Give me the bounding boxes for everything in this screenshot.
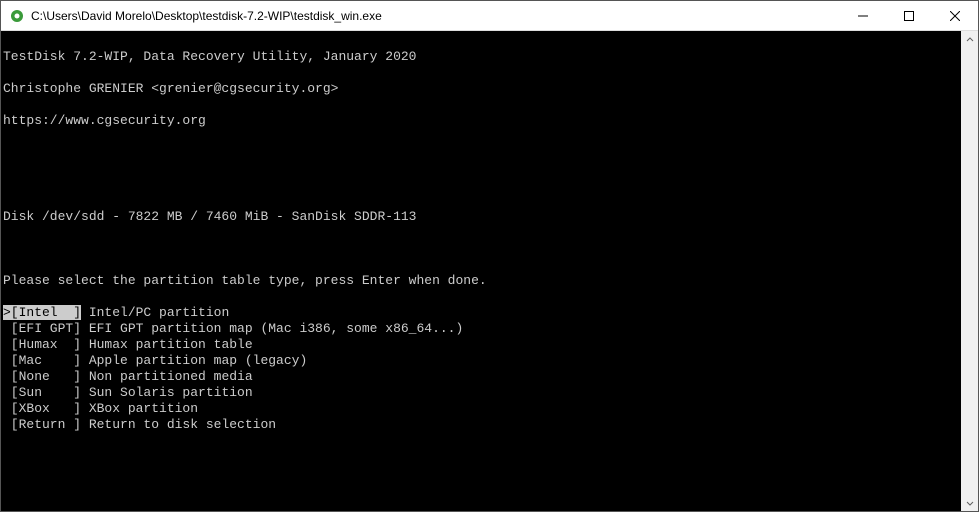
header-line: Christophe GRENIER <grenier@cgsecurity.o… [3, 81, 961, 97]
option-desc: Humax partition table [81, 337, 253, 352]
option-bracket: [Sun ] [3, 385, 81, 400]
option-desc: Return to disk selection [81, 417, 276, 432]
option-desc: XBox partition [81, 401, 198, 416]
partition-option[interactable]: [XBox ] XBox partition [3, 401, 961, 417]
prompt-line: Please select the partition table type, … [3, 273, 961, 289]
scroll-track[interactable] [961, 48, 978, 494]
option-desc: Non partitioned media [81, 369, 253, 384]
option-bracket: >[Intel ] [3, 305, 81, 320]
close-button[interactable] [932, 1, 978, 30]
partition-option[interactable]: [Mac ] Apple partition map (legacy) [3, 353, 961, 369]
partition-option[interactable]: [None ] Non partitioned media [3, 369, 961, 385]
option-desc: EFI GPT partition map (Mac i386, some x8… [81, 321, 463, 336]
partition-option[interactable]: >[Intel ] Intel/PC partition [3, 305, 961, 321]
option-bracket: [Humax ] [3, 337, 81, 352]
console-output[interactable]: TestDisk 7.2-WIP, Data Recovery Utility,… [1, 31, 961, 511]
partition-option[interactable]: [Return ] Return to disk selection [3, 417, 961, 433]
scroll-down-button[interactable] [961, 494, 978, 511]
option-bracket: [Mac ] [3, 353, 81, 368]
scrollbar[interactable] [961, 31, 978, 511]
blank-line [3, 481, 961, 497]
disk-info: Disk /dev/sdd - 7822 MB / 7460 MiB - San… [3, 209, 961, 225]
partition-option[interactable]: [Sun ] Sun Solaris partition [3, 385, 961, 401]
scroll-up-button[interactable] [961, 31, 978, 48]
option-bracket: [None ] [3, 369, 81, 384]
blank-line [3, 145, 961, 161]
option-bracket: [XBox ] [3, 401, 81, 416]
header-line: https://www.cgsecurity.org [3, 113, 961, 129]
blank-line [3, 241, 961, 257]
option-desc: Intel/PC partition [81, 305, 229, 320]
app-icon [9, 8, 25, 24]
window-title: C:\Users\David Morelo\Desktop\testdisk-7… [31, 9, 840, 23]
option-bracket: [EFI GPT] [3, 321, 81, 336]
blank-line [3, 449, 961, 465]
minimize-button[interactable] [840, 1, 886, 30]
titlebar: C:\Users\David Morelo\Desktop\testdisk-7… [1, 1, 978, 31]
blank-line [3, 177, 961, 193]
option-desc: Apple partition map (legacy) [81, 353, 307, 368]
header-line: TestDisk 7.2-WIP, Data Recovery Utility,… [3, 49, 961, 65]
option-desc: Sun Solaris partition [81, 385, 253, 400]
option-bracket: [Return ] [3, 417, 81, 432]
partition-option[interactable]: [Humax ] Humax partition table [3, 337, 961, 353]
window-controls [840, 1, 978, 30]
partition-option[interactable]: [EFI GPT] EFI GPT partition map (Mac i38… [3, 321, 961, 337]
maximize-button[interactable] [886, 1, 932, 30]
console-area: TestDisk 7.2-WIP, Data Recovery Utility,… [1, 31, 978, 511]
